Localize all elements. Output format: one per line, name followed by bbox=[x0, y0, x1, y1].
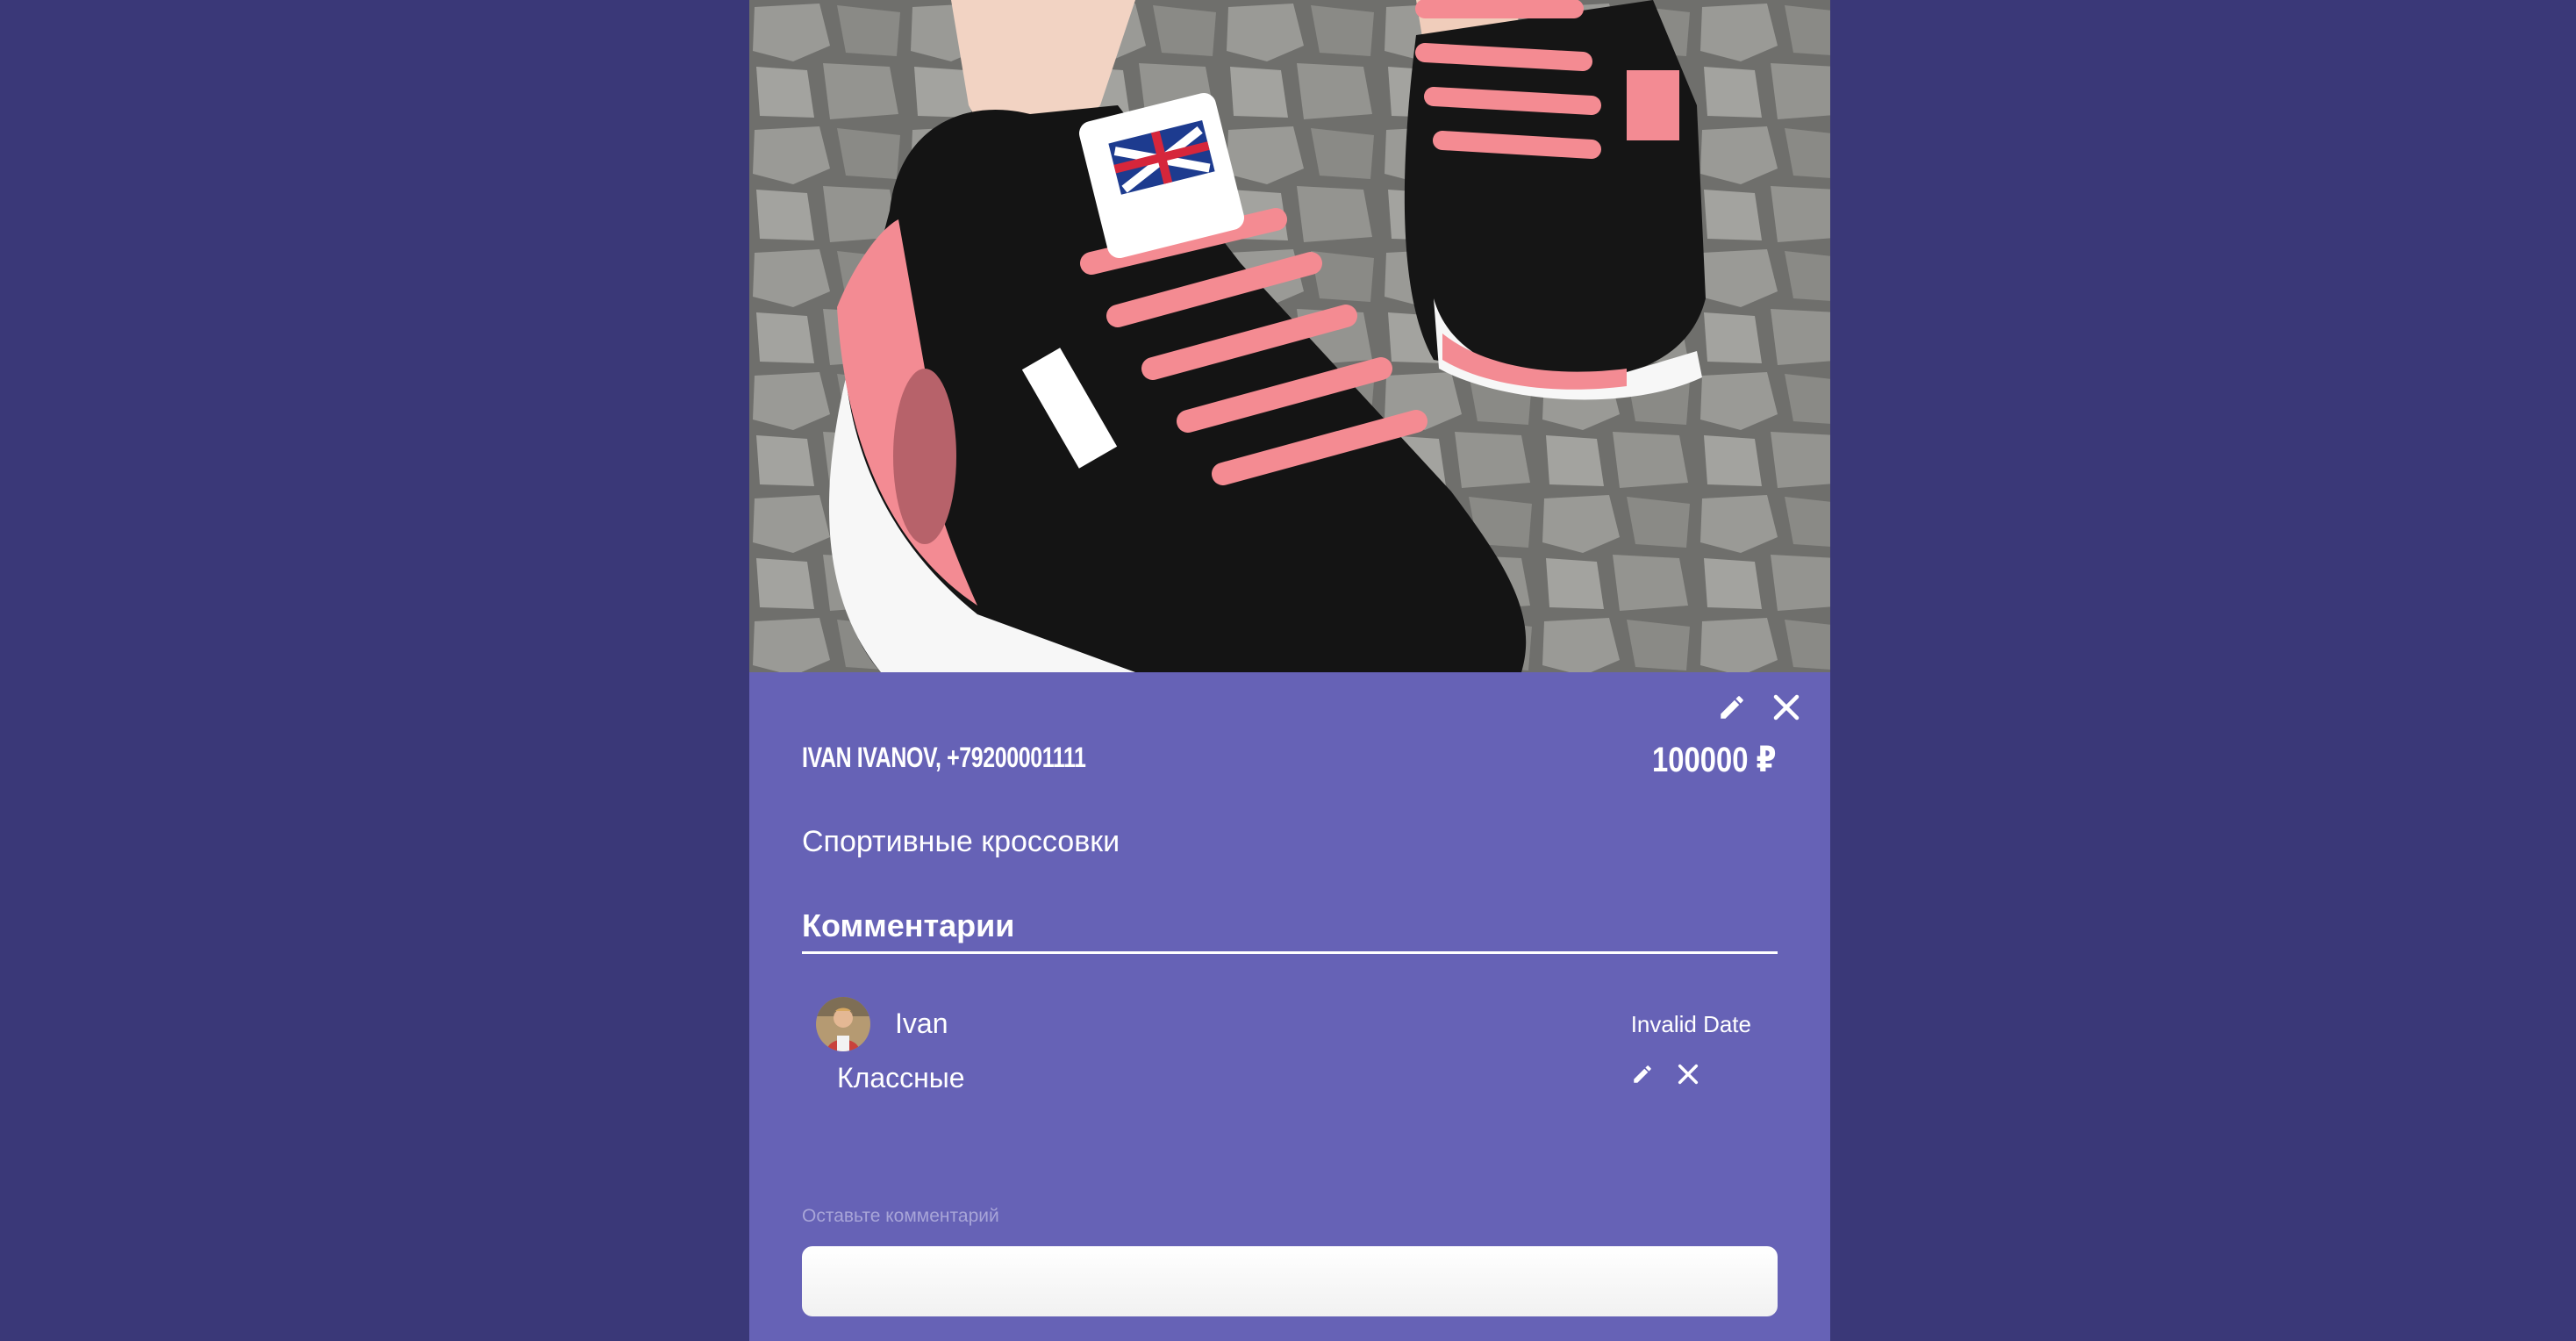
close-icon bbox=[1773, 694, 1800, 721]
seller-contact: IVAN IVANOV, +79200001111 bbox=[802, 742, 1086, 773]
pencil-icon bbox=[1634, 1065, 1651, 1083]
pencil-icon bbox=[1721, 696, 1743, 719]
comment-actions bbox=[1628, 1060, 1702, 1088]
edit-listing-button[interactable] bbox=[1714, 690, 1750, 725]
comment-author: Ivan bbox=[895, 1008, 948, 1039]
comments-divider bbox=[802, 951, 1778, 954]
listing-actions bbox=[1714, 690, 1804, 725]
comment-item: Ivan Invalid Date Классные bbox=[816, 992, 1764, 1115]
listing-photo bbox=[749, 0, 1830, 672]
comment-input-label: Оставьте комментарий bbox=[802, 1206, 999, 1226]
listing-card: IVAN IVANOV, +79200001111 100000 ₽ Спорт… bbox=[749, 0, 1830, 1341]
close-icon bbox=[1678, 1064, 1699, 1085]
comments-heading: Комментарии bbox=[802, 907, 1015, 943]
avatar bbox=[816, 997, 870, 1051]
delete-listing-button[interactable] bbox=[1769, 690, 1804, 725]
delete-comment-button[interactable] bbox=[1674, 1060, 1702, 1088]
edit-comment-button[interactable] bbox=[1628, 1060, 1657, 1088]
comment-input[interactable] bbox=[802, 1246, 1778, 1316]
listing-title: Спортивные кроссовки bbox=[802, 825, 1120, 858]
listing-price: 100000 ₽ bbox=[1651, 741, 1776, 779]
comment-text: Классные bbox=[837, 1062, 965, 1094]
comment-date: Invalid Date bbox=[1630, 1011, 1751, 1037]
